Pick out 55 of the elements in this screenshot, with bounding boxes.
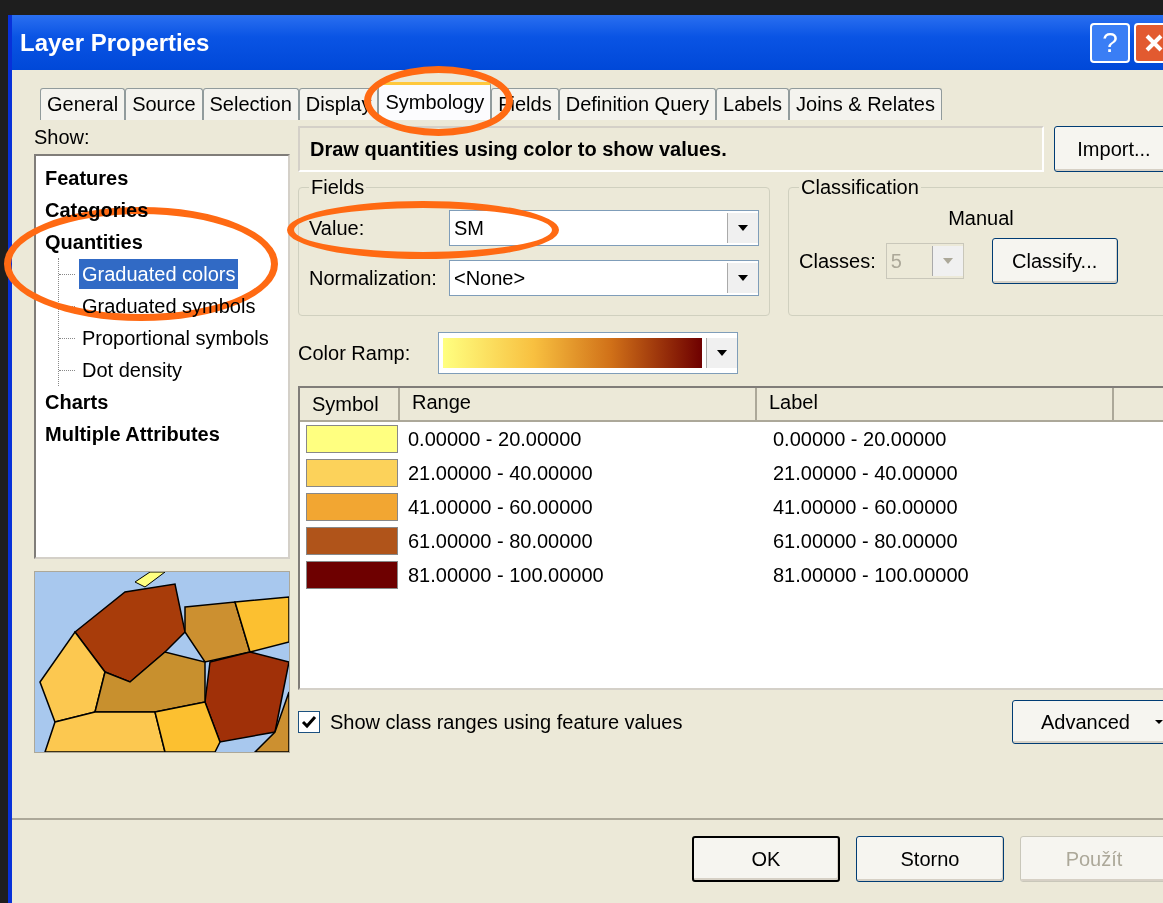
tree-item[interactable]: Multiple Attributes bbox=[42, 419, 223, 449]
label-cell-text: 61.00000 - 80.00000 bbox=[772, 529, 959, 553]
color-ramp-dropdown[interactable] bbox=[438, 332, 738, 374]
tab[interactable]: Joins & Relates bbox=[789, 88, 942, 120]
checkbox-label: Show class ranges using feature values bbox=[330, 710, 683, 734]
color-swatch[interactable] bbox=[306, 527, 398, 555]
value-dropdown[interactable]: SM bbox=[449, 210, 759, 246]
tab[interactable]: Source bbox=[125, 88, 203, 120]
range-cell-text: 81.00000 - 100.00000 bbox=[407, 563, 605, 587]
window-title: Layer Properties bbox=[20, 28, 210, 57]
tree-item[interactable]: Quantities bbox=[42, 227, 146, 257]
range-cell-text: 0.00000 - 20.00000 bbox=[407, 427, 583, 451]
column-header[interactable]: Range bbox=[400, 388, 757, 422]
tab[interactable]: Definition Query bbox=[558, 88, 717, 120]
label-cell-text: 21.00000 - 40.00000 bbox=[772, 461, 959, 485]
color-ramp-label: Color Ramp: bbox=[298, 341, 412, 365]
method-text: Manual bbox=[948, 207, 1014, 230]
import-button[interactable]: Import... bbox=[1054, 126, 1163, 172]
close-button[interactable] bbox=[1134, 22, 1163, 63]
group-title: Fields bbox=[310, 176, 366, 199]
tree-item[interactable]: Proportional symbols bbox=[79, 323, 272, 353]
dialog-button[interactable]: OK bbox=[692, 836, 840, 882]
tab[interactable]: Symbology bbox=[378, 82, 492, 120]
normalization-label: Normalization: bbox=[309, 266, 438, 290]
description-text: Draw quantities using color to show values. bbox=[310, 137, 727, 161]
advanced-button[interactable]: Advanced bbox=[1012, 700, 1163, 744]
tree-item[interactable]: Dot density bbox=[79, 355, 186, 385]
tree-item[interactable]: Graduated colors bbox=[79, 259, 239, 289]
checkbox[interactable] bbox=[298, 711, 320, 733]
range-cell-text: 41.00000 - 60.00000 bbox=[407, 495, 594, 519]
column-header[interactable]: Label bbox=[757, 388, 1114, 422]
column-header[interactable]: Symbol bbox=[300, 388, 400, 422]
tab[interactable]: Selection bbox=[202, 88, 299, 120]
tree-item[interactable]: Features bbox=[42, 163, 132, 193]
color-swatch[interactable] bbox=[306, 493, 398, 521]
value-label: Value: bbox=[309, 216, 366, 240]
show-label: Show: bbox=[34, 126, 91, 150]
help-button[interactable]: ? bbox=[1090, 22, 1130, 63]
classify-button[interactable]: Classify... bbox=[991, 238, 1118, 284]
tab[interactable]: General bbox=[40, 88, 126, 120]
range-cell-text: 21.00000 - 40.00000 bbox=[407, 461, 594, 485]
label-cell-text: 81.00000 - 100.00000 bbox=[772, 563, 970, 587]
label-cell-text: 41.00000 - 60.00000 bbox=[772, 495, 959, 519]
color-swatch[interactable] bbox=[306, 561, 398, 589]
caret-icon bbox=[1153, 718, 1163, 726]
label-cell-text: 0.00000 - 20.00000 bbox=[772, 427, 948, 451]
color-swatch[interactable] bbox=[306, 459, 398, 487]
classes-label: Classes: bbox=[799, 249, 876, 273]
group-title: Classification bbox=[800, 176, 920, 199]
color-swatch[interactable] bbox=[306, 425, 398, 453]
dialog-button[interactable]: Storno bbox=[856, 836, 1004, 882]
normalization-dropdown[interactable]: <None> bbox=[449, 260, 759, 296]
tab[interactable]: Labels bbox=[716, 88, 790, 120]
tree-item[interactable]: Charts bbox=[42, 387, 112, 417]
range-cell-text: 61.00000 - 80.00000 bbox=[407, 529, 594, 553]
